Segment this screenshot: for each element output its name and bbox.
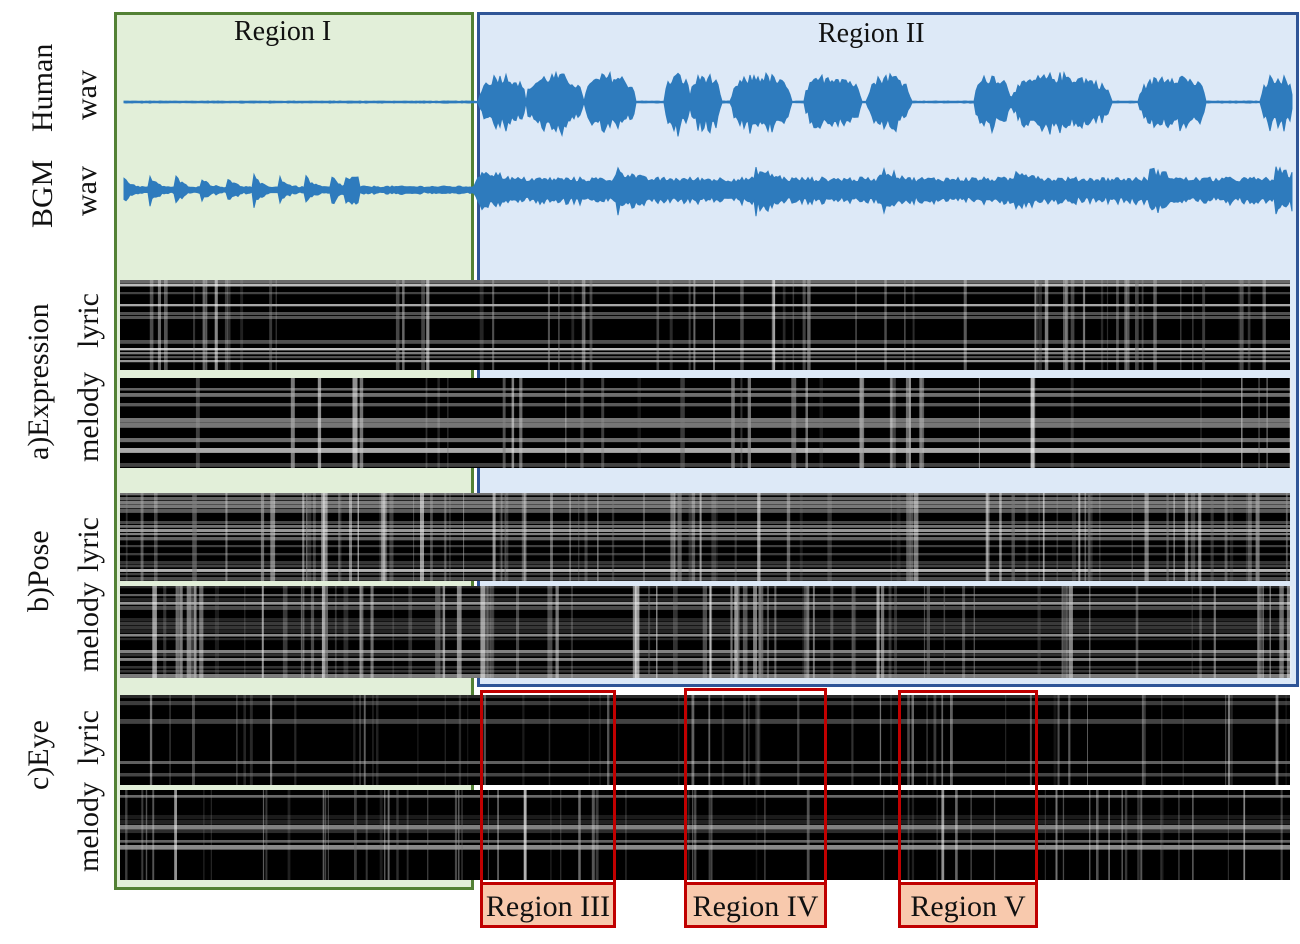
label-bgm: BGM xyxy=(26,159,59,228)
label-wav-human: wav xyxy=(70,70,103,120)
region-2-label: Region II xyxy=(818,18,925,49)
label-melody-pose: melody xyxy=(72,582,105,672)
label-lyric-eye: lyric xyxy=(72,710,105,765)
pose-melody-heatmap xyxy=(120,586,1292,678)
label-eye: c)Eye xyxy=(22,720,55,790)
region-1-label: Region I xyxy=(234,16,332,47)
label-human: Human xyxy=(26,43,59,132)
region-4-label: Region IV xyxy=(684,882,827,928)
region-3-box xyxy=(480,690,616,885)
label-melody-expression: melody xyxy=(72,372,105,462)
region-4-box xyxy=(684,688,827,885)
figure-canvas xyxy=(120,70,1293,880)
bgm-waveform xyxy=(123,166,1293,217)
expression-lyric-heatmap xyxy=(120,280,1290,370)
region-3-label: Region III xyxy=(480,882,616,928)
label-pose: b)Pose xyxy=(22,530,55,612)
label-melody-eye: melody xyxy=(72,782,105,872)
expression-melody-heatmap xyxy=(120,378,1292,468)
label-expression: a)Expression xyxy=(22,303,55,460)
label-lyric-expression: lyric xyxy=(72,293,105,348)
figure: Region I Region II Region III Region IV … xyxy=(0,0,1300,944)
region-5-box xyxy=(898,690,1038,885)
human-waveform xyxy=(123,70,1293,137)
label-wav-bgm: wav xyxy=(70,166,103,216)
pose-lyric-heatmap xyxy=(120,493,1290,581)
region-5-label: Region V xyxy=(898,882,1038,928)
label-lyric-pose: lyric xyxy=(72,517,105,572)
